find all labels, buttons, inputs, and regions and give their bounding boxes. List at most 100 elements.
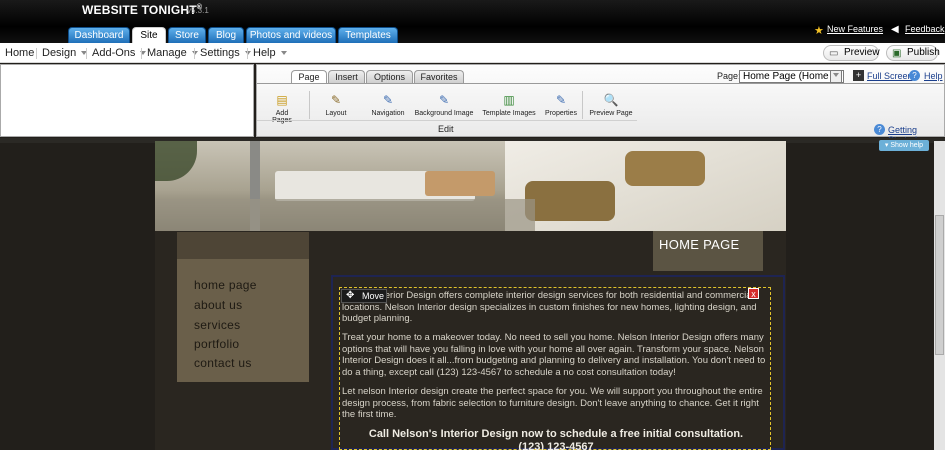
nav-home-page[interactable]: home page	[194, 278, 257, 292]
tab-site[interactable]: Site	[132, 27, 166, 44]
help-link[interactable]: Help	[924, 71, 943, 81]
ribbon-tab-insert[interactable]: Insert	[328, 70, 365, 83]
menu-bar: Home Design Add-Ons Manage Settings Help…	[0, 43, 945, 63]
preview-button[interactable]: ▭ Preview	[823, 45, 880, 61]
menu-add-ons[interactable]: Add-Ons	[92, 47, 147, 59]
version-label: v5.3.1	[187, 6, 209, 15]
navigation-icon: ✎	[382, 93, 394, 107]
background-image-label: Background Image	[414, 110, 474, 117]
brand-logo: WEBSITE TONIGHT®	[82, 3, 202, 17]
getting-started-icon: ?	[874, 124, 885, 135]
menu-separator	[86, 48, 87, 59]
move-icon: ✥	[346, 290, 355, 301]
menu-help[interactable]: Help	[253, 47, 287, 59]
page-select-dropdown[interactable]	[830, 70, 842, 83]
feedback-link[interactable]: Feedback	[905, 24, 945, 34]
tab-blog[interactable]: Blog	[208, 27, 244, 43]
nav-portfolio[interactable]: portfolio	[194, 337, 239, 351]
menu-home[interactable]: Home	[5, 47, 34, 59]
nav-services[interactable]: services	[194, 318, 240, 332]
megaphone-icon: ◀	[891, 24, 899, 35]
properties-tool[interactable]: ✎ Properties	[543, 93, 579, 117]
page-select[interactable]: Home Page (Home I	[739, 70, 844, 83]
menu-help-label: Help	[253, 47, 276, 59]
paragraph: Treat your home to a makeover today. No …	[342, 332, 766, 378]
nav-about-us[interactable]: about us	[194, 298, 242, 312]
publish-button[interactable]: ▣ Publish	[886, 45, 940, 61]
site-sidebar-nav: home page about us services portfolio co…	[177, 232, 309, 382]
menu-design[interactable]: Design	[42, 47, 88, 59]
background-image-tool[interactable]: ✎ Background Image	[414, 93, 474, 117]
chevron-down-icon	[833, 73, 839, 78]
coffee-table	[425, 171, 495, 196]
scrollbar-thumb[interactable]	[935, 215, 944, 355]
ribbon-tab-page[interactable]: Page	[291, 70, 327, 83]
page-select-value: Home Page (Home I	[743, 71, 835, 82]
paragraph: Nelson Interior Design offers complete i…	[342, 290, 757, 324]
background-image-icon: ✎	[438, 93, 450, 107]
cushion	[525, 181, 615, 221]
preview-page-label: Preview Page	[589, 110, 633, 117]
hero-image	[155, 141, 786, 231]
ribbon-divider	[257, 83, 944, 84]
menu-settings[interactable]: Settings	[200, 47, 251, 59]
preview-label: Preview	[844, 47, 880, 58]
group-divider	[257, 120, 637, 121]
edit-group-label: Edit	[438, 124, 454, 134]
content-block[interactable]: Nelson Interior Design offers complete i…	[339, 287, 771, 450]
menu-settings-label: Settings	[200, 47, 240, 59]
navigation-label: Navigation	[371, 110, 405, 117]
close-icon[interactable]: x	[748, 288, 759, 299]
sidebar-header	[177, 232, 309, 259]
ribbon-tab-options[interactable]: Options	[366, 70, 413, 83]
nav-contact-us[interactable]: contact us	[194, 356, 252, 370]
full-screen-link[interactable]: Full Screen	[867, 71, 913, 81]
show-help-button[interactable]: ▾ Show help	[879, 140, 929, 151]
template-images-label: Template Images	[482, 110, 536, 117]
menu-separator	[194, 48, 195, 59]
move-handle[interactable]: ✥ Move	[341, 289, 387, 303]
paragraph: Let nelson Interior design create the pe…	[342, 386, 763, 420]
help-icon: ?	[909, 70, 920, 81]
template-images-icon: ▥	[503, 93, 515, 107]
tab-photos-and-videos[interactable]: Photos and videos	[246, 27, 336, 43]
navigation-tool[interactable]: ✎ Navigation	[368, 93, 408, 117]
plant-shape	[155, 141, 197, 181]
layout-tool[interactable]: ✎ Layout	[321, 93, 351, 117]
left-panel	[0, 64, 254, 137]
properties-label: Properties	[545, 110, 577, 117]
menu-design-label: Design	[42, 47, 77, 59]
add-page-icon: ▤	[276, 93, 288, 107]
menu-manage[interactable]: Manage	[147, 47, 198, 59]
tab-templates[interactable]: Templates	[338, 27, 398, 43]
tab-dashboard[interactable]: Dashboard	[68, 27, 130, 43]
cta-text: Call Nelson's Interior Design now to sch…	[368, 428, 744, 440]
page-title: HOME PAGE	[659, 237, 740, 252]
monitor-icon: ▭	[829, 48, 839, 59]
tab-store[interactable]: Store	[168, 27, 206, 43]
chevron-down-icon	[280, 51, 287, 56]
ribbon-toolbar: Page Insert Options Favorites ▤ Add Pages…	[256, 64, 945, 145]
menu-add-ons-label: Add-Ons	[92, 47, 136, 59]
tool-separator	[309, 91, 310, 119]
cushion	[625, 151, 705, 186]
ribbon-tab-favorites[interactable]: Favorites	[414, 70, 464, 83]
tool-separator	[582, 91, 583, 119]
move-label: Move	[362, 291, 385, 301]
menu-separator	[36, 48, 37, 59]
properties-icon: ✎	[555, 93, 567, 107]
add-pages-label: Add Pages	[272, 110, 292, 124]
star-icon: ★	[814, 25, 824, 37]
new-features-link[interactable]: New Features	[827, 24, 883, 34]
site-canvas: home page about us services portfolio co…	[155, 141, 786, 450]
page-heading-block: HOME PAGE	[653, 231, 763, 271]
publish-icon: ▣	[892, 48, 902, 59]
rug	[155, 199, 535, 231]
publish-label: Publish	[907, 47, 940, 58]
show-help-label: Show help	[890, 142, 924, 149]
full-screen-icon: +	[853, 70, 864, 81]
menu-manage-label: Manage	[147, 47, 187, 59]
template-images-tool[interactable]: ▥ Template Images	[481, 93, 537, 117]
layout-label: Layout	[325, 110, 347, 117]
preview-page-tool[interactable]: 🔍 Preview Page	[589, 93, 633, 117]
